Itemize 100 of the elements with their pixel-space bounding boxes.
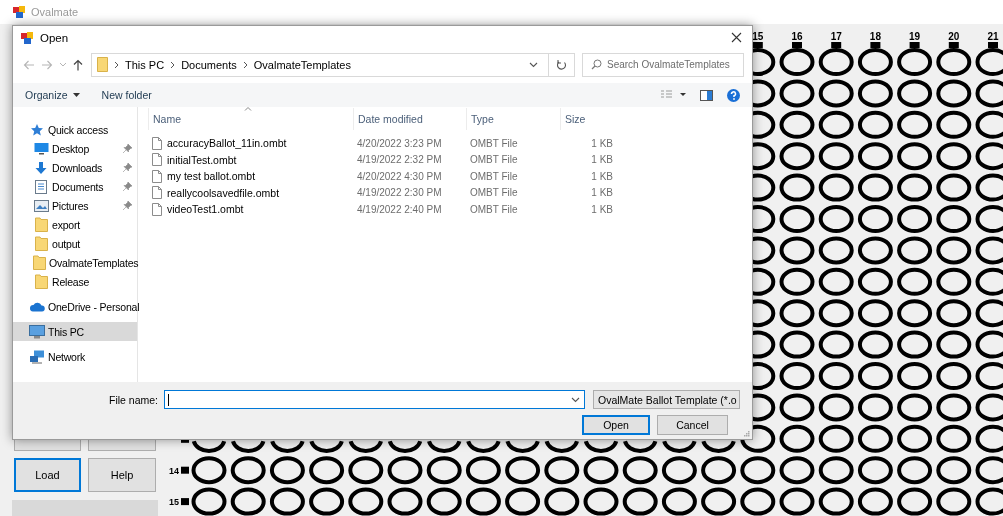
chevron-right-icon <box>114 60 119 69</box>
file-type-dropdown[interactable]: OvalMate Ballot Template (*.o <box>593 390 740 409</box>
cancel-button[interactable]: Cancel <box>657 415 728 435</box>
file-type: OMBT File <box>469 170 519 182</box>
search-icon <box>591 58 602 70</box>
file-icon <box>152 169 162 183</box>
picture-icon <box>33 199 49 212</box>
file-icon <box>152 202 162 216</box>
folder-icon <box>34 236 48 251</box>
column-header[interactable]: Size <box>560 108 616 130</box>
nav-label: Desktop <box>52 142 90 155</box>
file-size: 1 KB <box>590 187 613 199</box>
chevron-down-icon[interactable] <box>529 61 538 68</box>
file-name[interactable]: initialTest.ombt <box>167 153 237 166</box>
column-header[interactable]: Type <box>466 108 560 130</box>
breadcrumb-item[interactable]: This PC <box>125 58 165 71</box>
nav-item[interactable]: This PC <box>13 322 137 341</box>
star-icon <box>30 122 44 137</box>
chevron-right-icon <box>242 60 248 69</box>
app-icon <box>13 6 25 18</box>
chevron-down-icon[interactable] <box>571 396 580 403</box>
organize-menu[interactable]: Organize <box>25 89 68 101</box>
new-folder-button[interactable]: New folder <box>101 89 152 101</box>
file-name[interactable]: reallycoolsavedfile.ombt <box>167 186 280 199</box>
file-type: OMBT File <box>469 154 519 166</box>
breadcrumb-item[interactable]: Documents <box>181 58 237 71</box>
column-number: 20 <box>948 31 960 42</box>
document-icon <box>35 179 47 194</box>
file-name-field[interactable] <box>164 390 585 409</box>
file-size: 1 KB <box>590 154 613 166</box>
nav-item[interactable]: Desktop <box>13 139 137 158</box>
column-header[interactable]: Name <box>148 108 353 130</box>
nav-item[interactable]: Downloads <box>13 158 137 177</box>
nav-item[interactable]: output <box>13 234 137 253</box>
file-date: 4/20/2022 3:23 PM <box>356 137 443 149</box>
file-type: OMBT File <box>469 203 519 215</box>
address-bar[interactable]: This PC Documents OvalmateTemplates <box>91 52 549 77</box>
file-name[interactable]: accuracyBallot_11in.ombt <box>167 137 287 150</box>
resize-grip-icon[interactable] <box>743 430 750 437</box>
network-icon <box>29 349 45 364</box>
column-number: 18 <box>869 31 881 42</box>
column-number: 16 <box>791 31 803 42</box>
file-icon <box>152 153 162 167</box>
load-button[interactable]: Load <box>14 458 81 492</box>
folder-icon <box>33 255 46 270</box>
file-date: 4/20/2022 4:30 PM <box>356 170 443 182</box>
column-number: 15 <box>752 31 764 42</box>
open-button[interactable]: Open <box>582 415 650 435</box>
column-number: 19 <box>909 31 921 42</box>
nav-label: Release <box>52 275 90 288</box>
file-type: OMBT File <box>469 137 519 149</box>
nav-item[interactable]: Documents <box>13 177 137 196</box>
file-date: 4/19/2022 2:40 PM <box>356 203 443 215</box>
nav-item[interactable]: Pictures <box>13 196 137 215</box>
up-arrow-icon[interactable] <box>73 58 83 71</box>
cloud-icon <box>29 301 45 312</box>
chevron-right-icon <box>170 60 176 69</box>
nav-label: Network <box>48 350 86 363</box>
nav-item[interactable]: export <box>13 215 137 234</box>
desktop-icon <box>33 142 49 155</box>
file-name[interactable]: videoTest1.ombt <box>167 203 244 216</box>
column-number: 17 <box>830 31 842 42</box>
folder-icon <box>34 274 48 289</box>
search-field[interactable]: Search OvalmateTemplates <box>582 52 744 77</box>
help-button[interactable]: Help <box>88 458 156 492</box>
file-size: 1 KB <box>590 203 613 215</box>
nav-label: OvalmateTemplates <box>49 256 139 269</box>
nav-label: Pictures <box>52 199 89 212</box>
file-date: 4/19/2022 2:30 PM <box>356 187 443 199</box>
file-date: 4/19/2022 2:32 PM <box>356 154 443 166</box>
caret-icon[interactable] <box>72 93 80 97</box>
nav-item[interactable]: OvalmateTemplates <box>13 253 137 272</box>
column-number: 21 <box>987 31 999 42</box>
row-number: 14 <box>169 465 179 476</box>
preview-pane-icon[interactable] <box>700 89 713 101</box>
file-name[interactable]: my test ballot.ombt <box>167 170 256 183</box>
nav-item[interactable]: Release <box>13 272 137 291</box>
computer-icon <box>29 324 45 339</box>
refresh-icon[interactable] <box>556 58 567 71</box>
view-options-icon[interactable] <box>661 90 686 100</box>
help-icon[interactable] <box>727 88 740 102</box>
dropdown-value: OvalMate Ballot Template (*.o <box>598 393 737 406</box>
nav-item[interactable]: Quick access <box>13 120 137 139</box>
nav-item[interactable]: Network <box>13 347 137 366</box>
breadcrumb-item[interactable]: OvalmateTemplates <box>253 58 351 71</box>
file-size: 1 KB <box>590 137 613 149</box>
nav-label: export <box>52 218 80 231</box>
window-title: Ovalmate <box>31 6 79 18</box>
close-icon[interactable] <box>731 32 742 43</box>
nav-label: This PC <box>48 325 84 338</box>
nav-label: Quick access <box>48 123 109 136</box>
folder-icon <box>97 57 108 72</box>
nav-label: output <box>52 237 80 250</box>
dialog-title: Open <box>40 31 69 44</box>
file-type: OMBT File <box>469 187 519 199</box>
file-icon <box>152 186 162 200</box>
nav-label: Downloads <box>52 161 103 174</box>
column-header[interactable]: Date modified <box>353 108 466 130</box>
nav-item[interactable]: OneDrive - Personal <box>13 297 137 316</box>
app-icon <box>21 31 33 44</box>
